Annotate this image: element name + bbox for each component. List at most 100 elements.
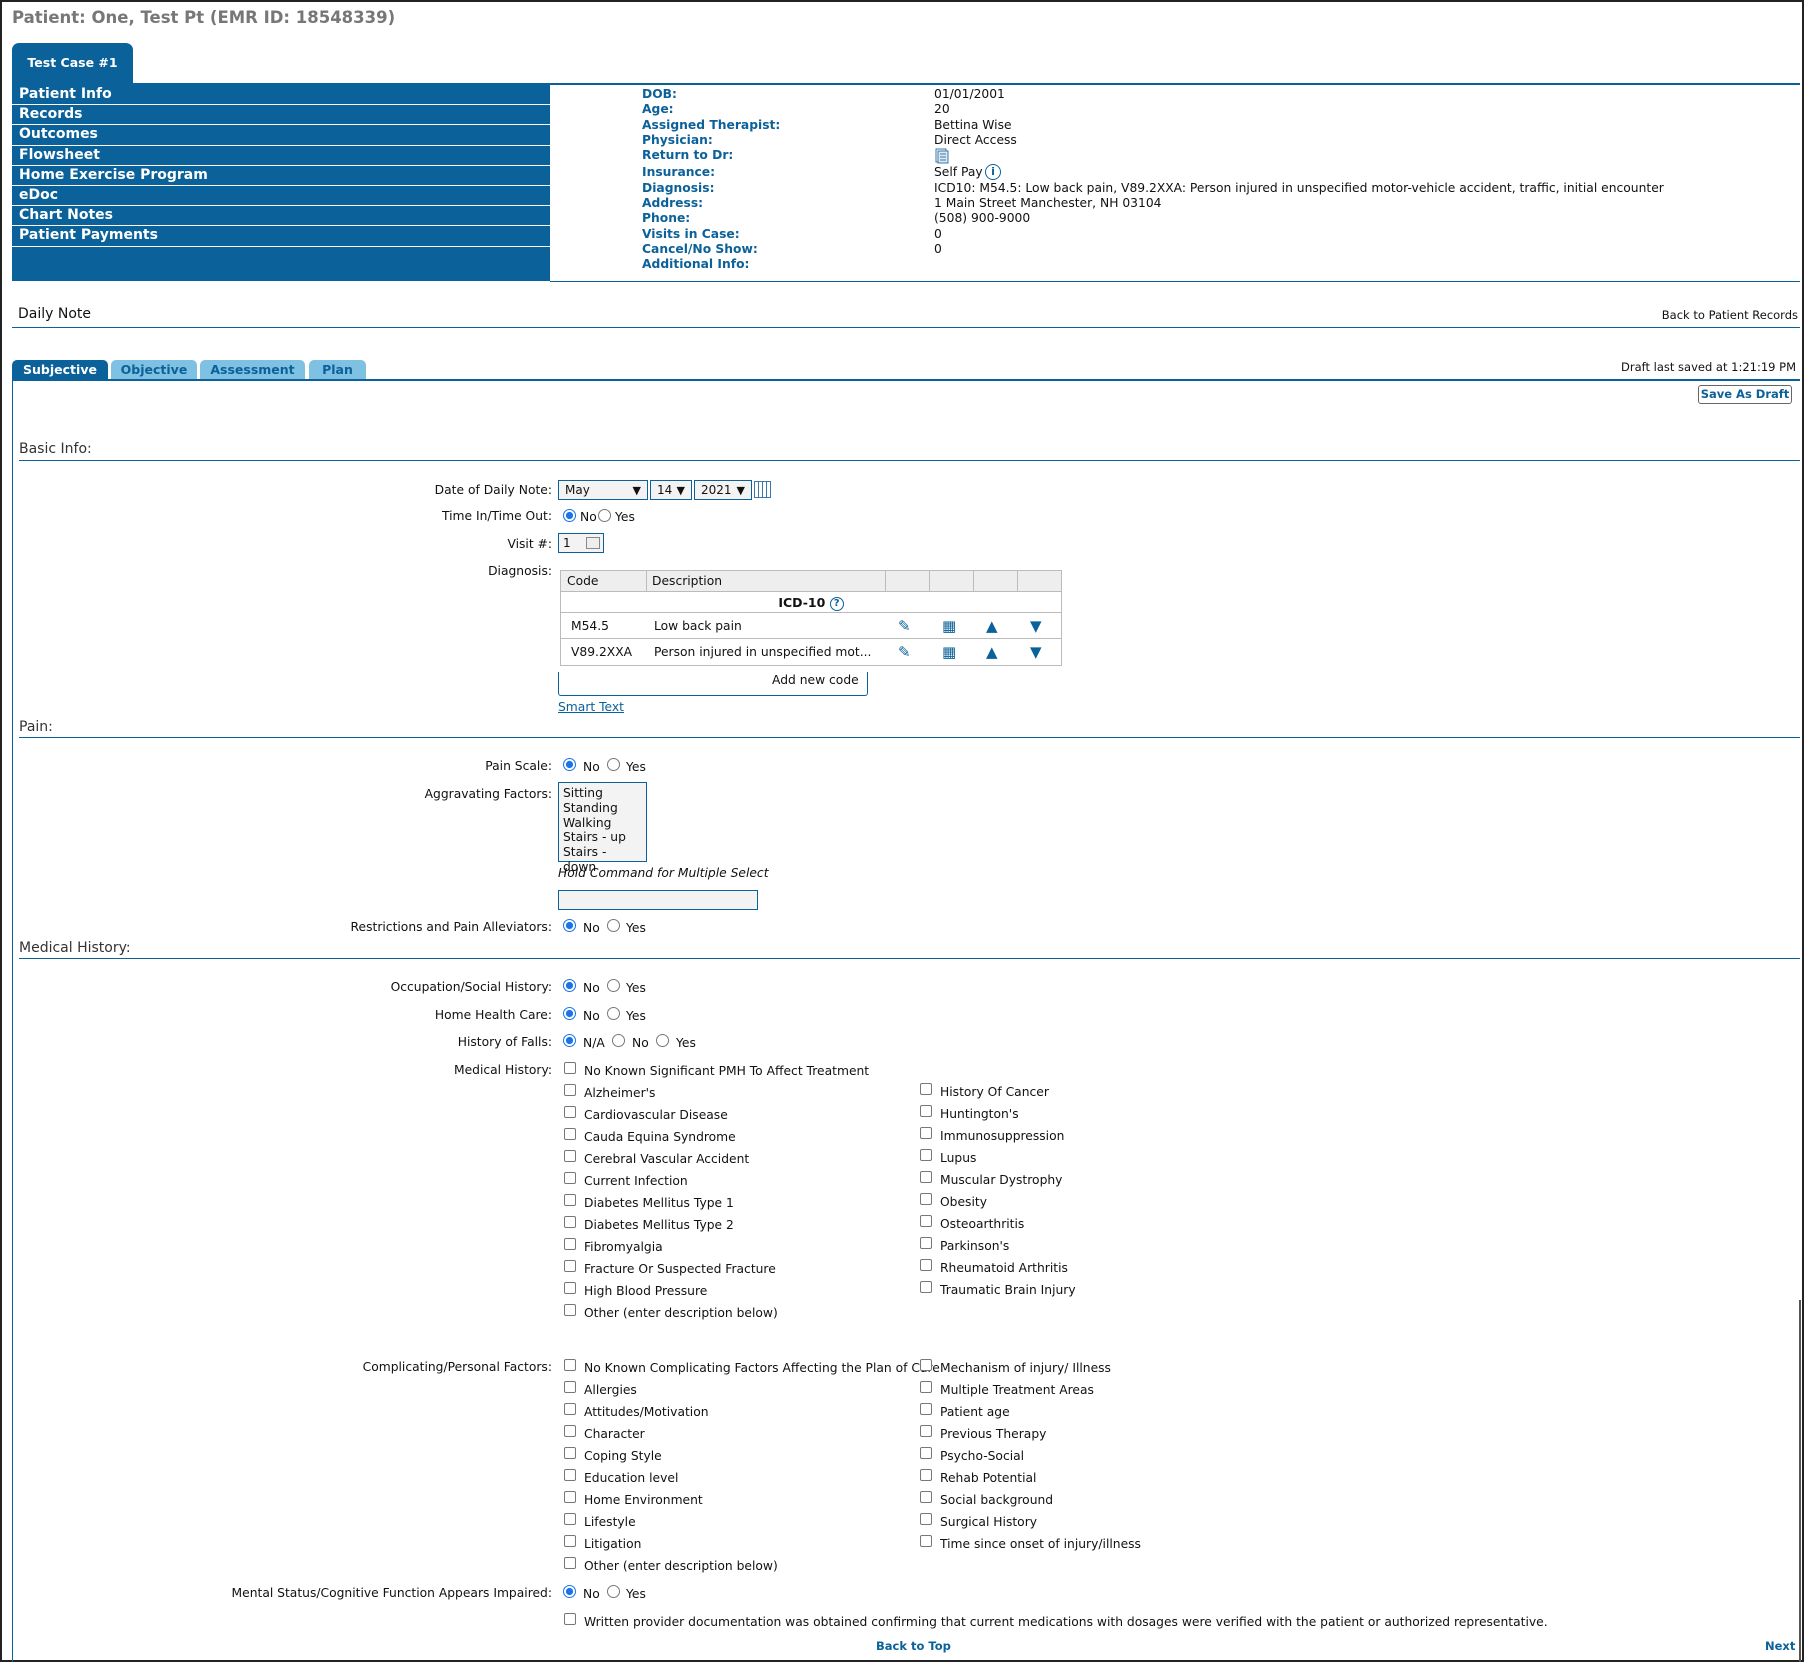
checkbox[interactable] [920,1403,932,1415]
next-link[interactable]: Next [1765,1639,1795,1653]
tab-plan[interactable]: Plan [309,360,366,379]
year-select[interactable]: 2021 ▼ [694,480,752,500]
sidebar-item-patient-payments[interactable]: Patient Payments [12,226,550,247]
sidebar-item-chart-notes[interactable]: Chart Notes [12,206,550,227]
checkbox[interactable] [564,1359,576,1371]
arrow-up-icon[interactable]: ▲ [986,613,998,639]
checkbox[interactable] [564,1238,576,1250]
sidebar-item-records[interactable]: Records [12,105,550,126]
trash-icon[interactable]: ▦ [942,613,956,639]
checkbox[interactable] [564,1513,576,1525]
visit-number-input[interactable]: 1 [558,533,604,553]
day-select[interactable]: 14 ▼ [650,480,692,500]
arrow-up-icon[interactable]: ▲ [986,639,998,665]
checkbox[interactable] [564,1282,576,1294]
checkbox[interactable] [920,1105,932,1117]
sidebar-item-flowsheet[interactable]: Flowsheet [12,146,550,166]
occupation-no-radio[interactable] [563,979,576,992]
checkbox[interactable] [920,1127,932,1139]
checkbox[interactable] [920,1491,932,1503]
checkbox[interactable] [564,1447,576,1459]
trash-icon[interactable]: ▦ [942,639,956,665]
checkbox[interactable] [920,1083,932,1095]
time-yes-radio[interactable] [598,509,611,522]
restrictions-yes-radio[interactable] [607,919,620,932]
back-to-records-link[interactable]: Back to Patient Records [1662,308,1798,322]
checkbox[interactable] [564,1150,576,1162]
help-icon[interactable]: ? [829,596,844,611]
arrow-down-icon[interactable]: ▼ [1030,613,1042,639]
history-checkbox[interactable] [564,1062,576,1074]
back-to-top-link[interactable]: Back to Top [876,1639,951,1653]
checkbox-label: Cardiovascular Disease [584,1108,728,1122]
checkbox[interactable] [564,1535,576,1547]
smart-text-link[interactable]: Smart Text [558,700,624,714]
checkbox[interactable] [920,1359,932,1371]
checkbox[interactable] [920,1425,932,1437]
checkbox[interactable] [920,1259,932,1271]
restrictions-no-radio[interactable] [563,919,576,932]
occupation-yes-radio[interactable] [607,979,620,992]
sidebar-item-edoc[interactable]: eDoc [12,186,550,207]
visit-label: Visit #: [507,537,552,551]
checkbox[interactable] [564,1403,576,1415]
written-doc-label: Written provider documentation was obtai… [584,1615,1548,1629]
checkbox[interactable] [564,1084,576,1096]
checkbox[interactable] [920,1215,932,1227]
checkbox[interactable] [920,1281,932,1293]
checkbox[interactable] [920,1447,932,1459]
falls-no-radio[interactable] [612,1034,625,1047]
checkbox[interactable] [920,1149,932,1161]
list-item[interactable]: Walking [563,816,642,831]
tab-assessment[interactable]: Assessment [200,360,305,379]
checkbox[interactable] [920,1171,932,1183]
checkbox[interactable] [920,1237,932,1249]
checkbox[interactable] [564,1194,576,1206]
checkbox[interactable] [564,1106,576,1118]
checkbox[interactable] [564,1557,576,1569]
list-item[interactable]: Standing [563,801,642,816]
checkbox[interactable] [920,1469,932,1481]
checkbox[interactable] [564,1469,576,1481]
falls-na-radio[interactable] [563,1034,576,1047]
sidebar-item-outcomes[interactable]: Outcomes [12,125,550,146]
tab-objective[interactable]: Objective [111,360,197,379]
checkbox[interactable] [564,1304,576,1316]
checkbox[interactable] [564,1260,576,1272]
mental-no-radio[interactable] [563,1585,576,1598]
aggravating-factors-list[interactable]: Sitting Standing Walking Stairs - up Sta… [558,782,647,874]
save-as-draft-button[interactable]: Save As Draft [1698,385,1792,404]
list-item[interactable]: Stairs - up [563,830,642,845]
checkbox[interactable] [564,1216,576,1228]
tab-subjective[interactable]: Subjective [12,360,108,379]
checkbox[interactable] [564,1425,576,1437]
checkbox[interactable] [564,1172,576,1184]
arrow-down-icon[interactable]: ▼ [1030,639,1042,665]
column-divider [1017,571,1018,592]
home-health-no-radio[interactable] [563,1007,576,1020]
pencil-icon[interactable]: ✎ [898,639,911,665]
checkbox[interactable] [920,1535,932,1547]
pain-scale-yes-radio[interactable] [607,758,620,771]
pencil-icon[interactable]: ✎ [898,613,911,639]
checkbox[interactable] [564,1381,576,1393]
aggravating-other-input[interactable] [558,890,758,910]
time-no-radio[interactable] [563,509,576,522]
falls-yes-radio[interactable] [656,1034,669,1047]
pain-scale-no-radio[interactable] [563,758,576,771]
checkbox[interactable] [920,1381,932,1393]
checkbox[interactable] [920,1513,932,1525]
scrollbar-track[interactable] [1799,1300,1801,1662]
written-doc-checkbox[interactable] [564,1613,576,1625]
home-health-yes-radio[interactable] [607,1007,620,1020]
checkbox[interactable] [564,1491,576,1503]
checkbox[interactable] [920,1193,932,1205]
sidebar-item-patient-info[interactable]: Patient Info [12,85,550,106]
sidebar-item-home-exercise-program[interactable]: Home Exercise Program [12,166,550,186]
list-item[interactable]: Sitting [563,786,642,801]
calendar-icon[interactable] [754,481,771,498]
mental-yes-radio[interactable] [607,1585,620,1598]
tab-test-case[interactable]: Test Case #1 [12,43,133,85]
checkbox[interactable] [564,1128,576,1140]
month-select[interactable]: May ▼ [558,480,648,500]
